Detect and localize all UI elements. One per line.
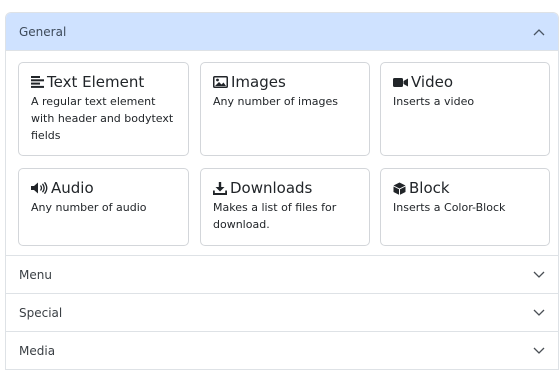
- text-icon: [31, 76, 44, 88]
- element-picker-accordion: General Text Element A regular text elem…: [5, 12, 559, 370]
- chevron-down-icon: [532, 306, 546, 320]
- download-icon: [213, 181, 227, 195]
- element-card-description: Inserts a Color-Block: [393, 201, 506, 214]
- section-header-media[interactable]: Media: [6, 332, 558, 370]
- section-header-menu[interactable]: Menu: [6, 256, 558, 294]
- element-card-title: Text Element: [47, 73, 145, 91]
- element-card-title: Video: [411, 73, 454, 91]
- section-label-general: General: [19, 24, 67, 39]
- section-header-general[interactable]: General: [6, 13, 558, 51]
- element-card-description: Any number of images: [213, 95, 339, 108]
- section-header-special[interactable]: Special: [6, 294, 558, 332]
- element-card-audio[interactable]: Audio Any number of audio: [18, 168, 189, 246]
- chevron-down-icon: [532, 344, 546, 358]
- element-card-description: Any number of audio: [31, 201, 147, 214]
- image-icon: [213, 76, 228, 88]
- section-label-menu: Menu: [19, 267, 52, 282]
- element-card-downloads[interactable]: Downloads Makes a list of files for down…: [200, 168, 370, 246]
- element-card-video[interactable]: Video Inserts a video: [380, 62, 550, 156]
- section-label-special: Special: [19, 305, 63, 320]
- element-card-block[interactable]: Block Inserts a Color-Block: [380, 168, 550, 246]
- element-card-title: Images: [231, 73, 286, 91]
- section-label-media: Media: [19, 343, 56, 358]
- element-card-title: Downloads: [230, 179, 313, 197]
- chevron-up-icon: [532, 25, 546, 39]
- cube-icon: [393, 182, 406, 195]
- element-card-text[interactable]: Text Element A regular text element with…: [18, 62, 189, 156]
- element-card-description: Inserts a video: [393, 95, 475, 108]
- element-card-description: A regular text element with header and b…: [31, 95, 174, 142]
- element-card-images[interactable]: Images Any number of images: [200, 62, 370, 156]
- video-icon: [393, 77, 408, 87]
- element-card-title: Audio: [51, 179, 94, 197]
- element-card-description: Makes a list of files for download.: [213, 201, 337, 231]
- section-body-general: Text Element A regular text element with…: [6, 51, 558, 256]
- element-card-title: Block: [409, 179, 450, 197]
- audio-icon: [31, 182, 48, 194]
- chevron-down-icon: [532, 268, 546, 282]
